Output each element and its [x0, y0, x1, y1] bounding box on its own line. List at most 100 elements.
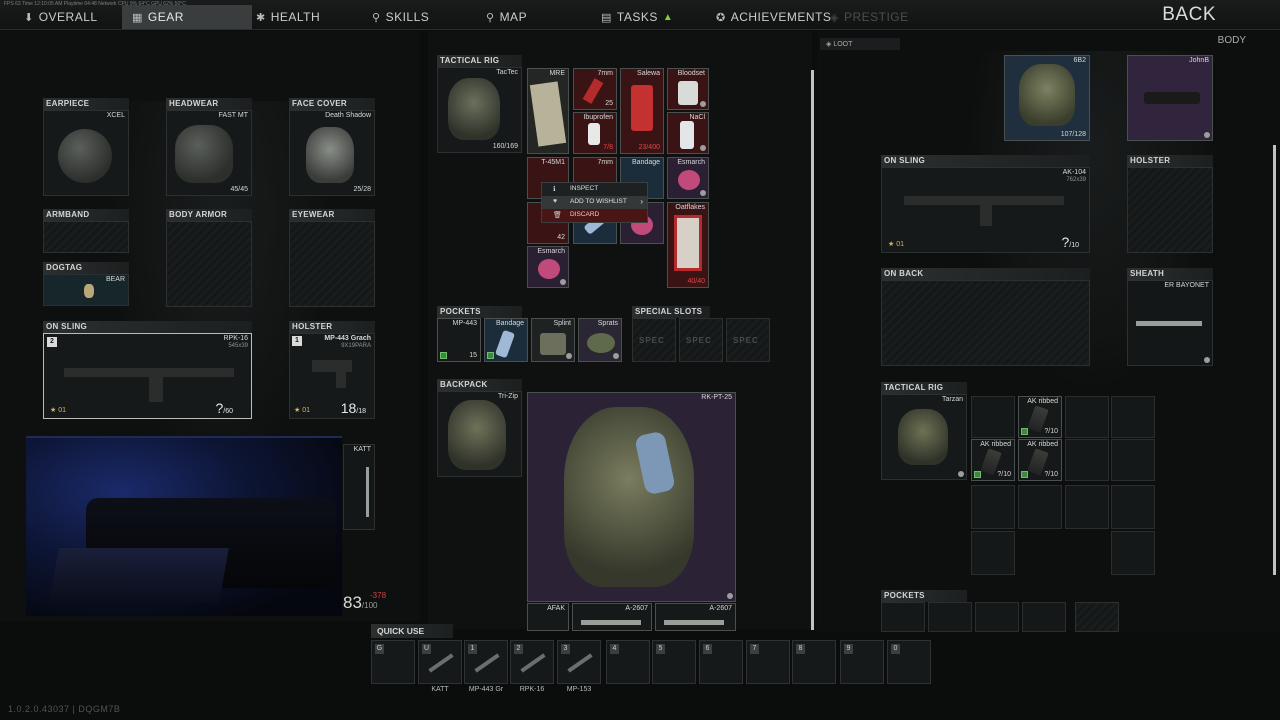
rig-cell[interactable] — [1065, 485, 1109, 529]
pocket-splint[interactable]: Splint — [531, 318, 575, 362]
quick-use-slot-u[interactable]: U — [418, 640, 462, 684]
earpiece-slot[interactable]: XCEL — [43, 110, 129, 196]
backpack-afak[interactable]: AFAK — [527, 603, 569, 631]
loot-johnb-item[interactable]: JohnB — [1127, 55, 1213, 141]
rig-item-ibuprofen[interactable]: Ibuprofen 7/8 — [573, 112, 617, 154]
rig-item-salewa[interactable]: Salewa 23/400 — [620, 68, 664, 154]
loot-tactical-rig-slot[interactable]: Tarzan — [881, 394, 967, 480]
tactical-rig-slot[interactable]: TacTec 160/169 — [437, 67, 522, 153]
esmarch-name: Esmarch — [677, 159, 705, 166]
pocket-sprats[interactable]: Sprats — [578, 318, 622, 362]
loot-on-sling-slot[interactable]: AK-104 762x39 ★ 01 ?/10 — [881, 167, 1090, 253]
loot-mag-1[interactable]: AK ribbed ?/10 — [1018, 396, 1062, 438]
special-slot-2[interactable]: SPEC — [679, 318, 723, 362]
special-slot-3[interactable]: SPEC — [726, 318, 770, 362]
rig-item-mre[interactable]: MRE — [527, 68, 569, 154]
6b2-durability: 107/128 — [1060, 131, 1086, 138]
rpk16-item[interactable]: 2 RPK-16 545x39 ★ 01 ?/60 — [44, 334, 251, 418]
mp443-mode: 01 — [302, 407, 311, 414]
quick-use-slot-5[interactable]: 5 — [652, 640, 696, 684]
special-slot-1[interactable]: SPEC — [632, 318, 676, 362]
quick-use-slot-6[interactable]: 6 — [699, 640, 743, 684]
quick-use-slot-4[interactable]: 4 — [606, 640, 650, 684]
backpack-rig-item[interactable]: RK-PT-25 — [527, 392, 736, 602]
tab-tasks[interactable]: ▤ TASKS ▲ — [601, 6, 673, 28]
context-discard[interactable]: 🗑 DISCARD — [542, 209, 647, 222]
quick-use-slot-3[interactable]: 3 — [557, 640, 601, 684]
loot-scrollbar[interactable] — [1273, 145, 1276, 575]
headwear-slot[interactable]: FAST MT 45/45 — [166, 110, 252, 196]
loot-on-back-title: ON BACK — [881, 268, 1090, 280]
back-button[interactable]: BACK — [1162, 4, 1216, 26]
dogtag-item[interactable]: BEAR — [44, 275, 128, 305]
rig-item-esmarch-2[interactable]: Esmarch — [527, 246, 569, 288]
rig-cell[interactable] — [1065, 439, 1109, 481]
center-scrollbar[interactable] — [811, 70, 814, 630]
quick-use-slot-7[interactable]: 7 — [746, 640, 790, 684]
rig-item-esmarch[interactable]: Esmarch — [667, 157, 709, 199]
tab-gear[interactable]: ▦ GEAR — [122, 5, 252, 29]
ak104-ammo: ?/10 — [1061, 234, 1079, 250]
loot-pocket-cell[interactable] — [881, 602, 925, 632]
rig-cell[interactable] — [1111, 396, 1155, 438]
loot-6b2-armor[interactable]: 6B2 107/128 — [1004, 55, 1090, 141]
rifle-magazine-shape — [149, 376, 163, 402]
loot-pocket-cell[interactable] — [975, 602, 1019, 632]
rig-cell[interactable] — [971, 531, 1015, 575]
tab-health[interactable]: ✱ HEALTH — [256, 6, 320, 28]
pocket-bandage[interactable]: Bandage — [484, 318, 528, 362]
tab-achievements[interactable]: ✪ ACHIEVEMENTS — [716, 6, 831, 28]
rig-cell[interactable] — [971, 396, 1015, 438]
rig-cell[interactable] — [1111, 531, 1155, 575]
face-cover-item[interactable]: Death Shadow 25/28 — [290, 111, 374, 195]
ak104-item[interactable]: AK-104 762x39 ★ 01 ?/10 — [882, 168, 1089, 252]
tactec-item[interactable]: TacTec 160/169 — [438, 68, 521, 152]
loot-special-cell[interactable] — [1075, 602, 1119, 632]
on-sling-slot[interactable]: 2 RPK-16 545x39 ★ 01 ?/60 — [43, 333, 252, 419]
rig-item-nacl[interactable]: NaCl — [667, 112, 709, 154]
earpiece-item[interactable]: XCEL — [44, 111, 128, 195]
quick-use-slot-0[interactable]: 0 — [887, 640, 931, 684]
quick-use-slot-9[interactable]: 9 — [840, 640, 884, 684]
rig-cell[interactable] — [1111, 439, 1155, 481]
pocket-mp443-mag[interactable]: MP-443 15 — [437, 318, 481, 362]
rig-item-7mm[interactable]: 7mm 25 — [573, 68, 617, 110]
quick-use-slot-1[interactable]: 1 — [464, 640, 508, 684]
loot-on-back-slot[interactable] — [881, 280, 1090, 366]
rig-item-oatflakes[interactable]: Oatflakes 40/40 — [667, 202, 709, 288]
quick-use-slot-g[interactable]: G — [371, 640, 415, 684]
context-add-to-wishlist[interactable]: ♥ ADD TO WISHLIST › — [542, 196, 647, 209]
tab-overall[interactable]: ⬇ OVERALL — [24, 6, 98, 28]
rig-cell[interactable] — [1111, 485, 1155, 529]
loot-holster-slot[interactable] — [1127, 167, 1213, 253]
backpack-knife-2[interactable]: A-2607 — [655, 603, 736, 631]
rig-item-bloodset[interactable]: Bloodset — [667, 68, 709, 110]
loot-pocket-cell[interactable] — [1022, 602, 1066, 632]
loot-mag-2[interactable]: AK ribbed ?/10 — [971, 439, 1015, 481]
loot-mag-3[interactable]: AK ribbed ?/10 — [1018, 439, 1062, 481]
rig-cell[interactable] — [1018, 485, 1062, 529]
rig-cell[interactable] — [971, 485, 1015, 529]
face-cover-slot[interactable]: Death Shadow 25/28 — [289, 110, 375, 196]
quick-use-slot-8[interactable]: 8 — [792, 640, 836, 684]
holster-slot[interactable]: 1 MP-443 Grach 9X19PARA ★ 01 18/18 — [289, 333, 375, 419]
armband-slot[interactable] — [43, 221, 129, 253]
loot-sheath-slot[interactable]: ER BAYONET — [1127, 280, 1213, 366]
loot-tab[interactable]: ◈ LOOT — [820, 38, 900, 50]
backpack-slot[interactable]: Tri-Zip — [437, 391, 522, 477]
sheath-slot[interactable]: KATT — [343, 444, 375, 530]
context-inspect[interactable]: ℹ INSPECT — [542, 183, 647, 196]
loot-pocket-cell[interactable] — [928, 602, 972, 632]
tab-skills[interactable]: ⚲ SKILLS — [372, 6, 429, 28]
tab-map[interactable]: ⚲ MAP — [486, 6, 527, 28]
headwear-item[interactable]: FAST MT 45/45 — [167, 111, 251, 195]
dogtag-slot[interactable]: BEAR — [43, 274, 129, 306]
quick-use-slot-2[interactable]: 2 — [510, 640, 554, 684]
tarzan-item[interactable]: Tarzan — [882, 395, 966, 479]
backpack-knife-1[interactable]: A-2607 — [572, 603, 652, 631]
rig-cell[interactable] — [1065, 396, 1109, 438]
trizip-item[interactable]: Tri-Zip — [438, 392, 521, 476]
eyewear-slot[interactable] — [289, 221, 375, 307]
mp443-item[interactable]: 1 MP-443 Grach 9X19PARA ★ 01 18/18 — [290, 334, 374, 418]
body-armor-slot[interactable] — [166, 221, 252, 307]
